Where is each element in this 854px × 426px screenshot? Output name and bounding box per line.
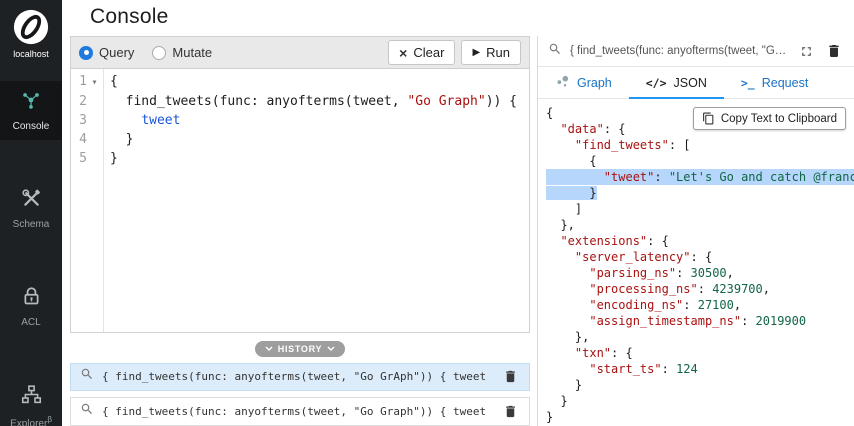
code-line: }, — [546, 217, 854, 233]
query-column: Query Mutate × Clear ▶ — [62, 36, 537, 426]
sidebar-item-label: Explorerβ — [10, 415, 52, 426]
trash-icon — [826, 43, 842, 59]
code-line: "parsing_ns": 30500, — [546, 265, 854, 281]
sitemap-icon — [21, 384, 42, 410]
code-line: 4 } — [71, 130, 529, 149]
history-toggle[interactable]: HISTORY — [255, 341, 345, 357]
terminal-icon: >_ — [741, 76, 755, 90]
history-query-text: { find_tweets(func: anyofterms(tweet, "G… — [102, 370, 493, 383]
code-line: "txn": { — [546, 345, 854, 361]
radio-unchecked-icon — [152, 46, 166, 60]
beta-badge: β — [47, 415, 52, 424]
sidebar-item-label: ACL — [21, 317, 40, 328]
result-topbar: { find_tweets(func: anyofterms(tweet, "G… — [538, 36, 854, 67]
code-line: { — [546, 153, 854, 169]
history-pill-row: HISTORY — [70, 338, 530, 357]
history-item[interactable]: { find_tweets(func: anyofterms(tweet, "G… — [70, 397, 530, 426]
sidebar-item-explorer[interactable]: Explorerβ — [0, 376, 62, 426]
code-line: } — [546, 377, 854, 393]
bubble-chart-icon — [555, 74, 570, 92]
query-editor[interactable]: 1▾{2 find_tweets(func: anyofterms(tweet,… — [71, 69, 529, 332]
query-panel: Query Mutate × Clear ▶ — [70, 36, 530, 333]
tools-icon — [21, 188, 42, 214]
code-line: } — [546, 185, 854, 201]
clear-button[interactable]: × Clear — [388, 40, 455, 65]
copy-to-clipboard-button[interactable]: Copy Text to Clipboard — [693, 107, 846, 130]
query-mode-radio[interactable]: Query — [79, 45, 134, 60]
chevron-down-icon — [265, 346, 273, 351]
search-icon — [80, 402, 94, 421]
json-response[interactable]: Copy Text to Clipboard { "data": { "find… — [538, 99, 854, 426]
lock-icon — [21, 286, 42, 312]
sidebar-item-label: Schema — [13, 219, 50, 230]
code-line: "server_latency": { — [546, 249, 854, 265]
code-line: "extensions": { — [546, 233, 854, 249]
result-tabs: Graph </> JSON >_ Request — [538, 67, 854, 99]
code-line: "find_tweets": [ — [546, 137, 854, 153]
tab-request[interactable]: >_ Request — [724, 67, 825, 98]
mutate-mode-radio[interactable]: Mutate — [152, 45, 212, 60]
code-line: 1▾{ — [71, 72, 529, 92]
code-line: ] — [546, 201, 854, 217]
history-query-text: { find_tweets(func: anyofterms(tweet, "G… — [102, 405, 493, 418]
graph-nodes-icon — [20, 89, 42, 116]
app-window: localhost Console — [0, 0, 854, 426]
sidebar-nav: Console Schema — [0, 81, 62, 426]
trash-icon — [503, 404, 518, 419]
delete-history-button[interactable] — [501, 367, 520, 386]
page-title: Console — [90, 5, 854, 29]
tab-graph[interactable]: Graph — [538, 67, 629, 98]
history-item[interactable]: { find_tweets(func: anyofterms(tweet, "G… — [70, 363, 530, 392]
result-query-preview: { find_tweets(func: anyofterms(tweet, "G… — [570, 45, 789, 57]
json-code: { "data": { "find_tweets": [ { "tweet": … — [546, 105, 854, 425]
code-line: "tweet": "Let's Go and catch @francesc — [546, 169, 854, 185]
server-label: localhost — [13, 49, 49, 59]
code-line: "assign_timestamp_ns": 2019900 — [546, 313, 854, 329]
sidebar-item-console[interactable]: Console — [0, 81, 62, 140]
clipboard-icon — [702, 112, 715, 125]
dgraph-logo-icon — [13, 9, 49, 45]
expand-button[interactable] — [797, 42, 816, 61]
code-line: 5} — [71, 149, 529, 168]
sidebar-item-acl[interactable]: ACL — [0, 278, 62, 336]
fullscreen-icon — [799, 44, 814, 59]
trash-icon — [503, 369, 518, 384]
search-icon — [80, 367, 94, 386]
code-line: "start_ts": 124 — [546, 361, 854, 377]
server-selector[interactable]: localhost — [0, 0, 62, 65]
query-toolbar: Query Mutate × Clear ▶ — [71, 37, 529, 69]
sidebar: localhost Console — [0, 0, 62, 426]
code-line: "processing_ns": 4239700, — [546, 281, 854, 297]
code-line: } — [546, 393, 854, 409]
clear-x-icon: × — [399, 46, 407, 60]
query-mode-label: Query — [99, 45, 134, 60]
run-button[interactable]: ▶ Run — [461, 40, 521, 65]
tab-json[interactable]: </> JSON — [629, 67, 724, 98]
delete-history-button[interactable] — [501, 402, 520, 421]
chevron-down-icon — [327, 346, 335, 351]
code-line: "encoding_ns": 27100, — [546, 297, 854, 313]
sidebar-item-schema[interactable]: Schema — [0, 180, 62, 238]
page-header: Console — [62, 0, 854, 36]
code-line: 3 tweet — [71, 111, 529, 130]
radio-checked-icon — [79, 46, 93, 60]
delete-result-button[interactable] — [824, 41, 844, 61]
code-icon: </> — [646, 76, 667, 90]
sidebar-item-label: Console — [13, 121, 50, 132]
results-panel: { find_tweets(func: anyofterms(tweet, "G… — [537, 36, 854, 426]
code-line: }, — [546, 329, 854, 345]
run-play-icon: ▶ — [472, 48, 480, 58]
search-icon — [548, 42, 562, 61]
mutate-mode-label: Mutate — [172, 45, 212, 60]
code-line: 2 find_tweets(func: anyofterms(tweet, "G… — [71, 92, 529, 111]
code-line: } — [546, 409, 854, 425]
